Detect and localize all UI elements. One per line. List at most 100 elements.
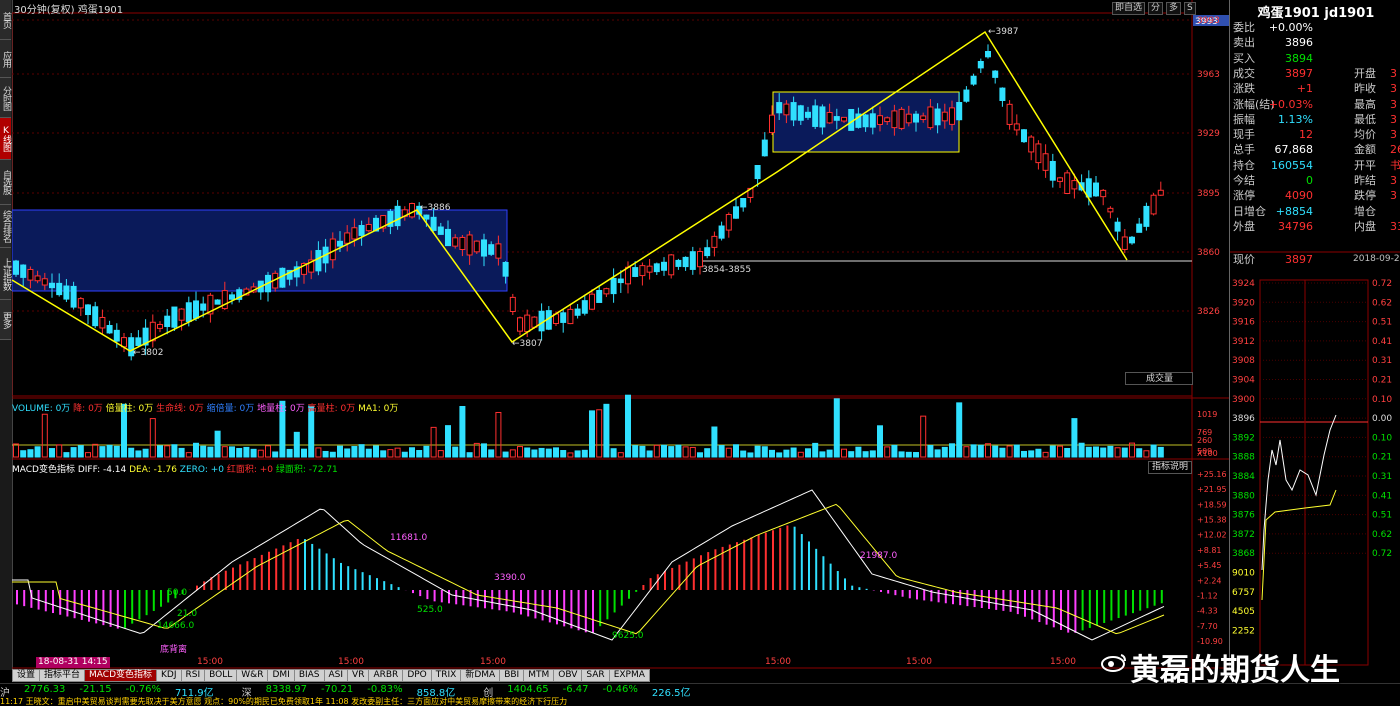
volume-bar xyxy=(1150,444,1157,458)
candle-body xyxy=(430,216,437,231)
volume-bar xyxy=(718,445,725,458)
indicator-tab-15[interactable]: BBI xyxy=(499,669,525,682)
indicator-tab-16[interactable]: MTM xyxy=(523,669,555,682)
volume-bar xyxy=(365,448,372,458)
indicator-tab-19[interactable]: EXPMA xyxy=(608,669,650,682)
price-axis-label: 3860 xyxy=(1197,248,1220,258)
indicator-tab-5[interactable]: BOLL xyxy=(204,669,238,682)
toolbar-btn-3[interactable]: S xyxy=(1184,2,1196,15)
candle-body xyxy=(610,277,617,295)
volume-bar xyxy=(553,447,559,458)
left-tab-2[interactable]: 分时图 xyxy=(0,78,11,118)
candle-body xyxy=(985,50,991,58)
left-tab-1[interactable]: 应用 xyxy=(0,40,11,78)
indicator-tab-7[interactable]: DMI xyxy=(267,669,295,682)
left-tab-4[interactable]: 自选股 xyxy=(0,160,11,205)
candle-body xyxy=(740,198,747,208)
volume-bar xyxy=(603,403,610,458)
indicator-tab-1[interactable]: 指标平台 xyxy=(39,669,86,682)
left-tab-0[interactable]: 首页 xyxy=(0,0,11,40)
intraday-mini-chart[interactable]: 3924 3920 3916 3912 3908 3904 3900 3896 3892 3888… xyxy=(1230,250,1400,670)
indicator-tab-10[interactable]: VR xyxy=(347,669,370,682)
candle-body xyxy=(517,317,523,332)
indicator-tab-6[interactable]: W&R xyxy=(236,669,269,682)
candle-body xyxy=(653,263,660,273)
candle-body xyxy=(509,296,516,312)
volume-bar xyxy=(135,450,142,458)
toolbar-btn-2[interactable]: 多 xyxy=(1166,2,1182,15)
toolbar-btn-0[interactable]: 即自选 xyxy=(1112,2,1146,15)
indicator-tab-4[interactable]: RSI xyxy=(180,669,206,682)
candle-body xyxy=(1085,178,1092,198)
candle-body xyxy=(646,265,653,273)
indicator-tab-3[interactable]: KDJ xyxy=(156,669,182,682)
mini-axis-right: 0.41 xyxy=(1372,337,1392,347)
index-item: -6.47 xyxy=(562,684,589,695)
index-item: -0.83% xyxy=(367,684,403,695)
mini-axis-left: 3920 xyxy=(1232,298,1255,308)
candle-body xyxy=(63,285,70,300)
quote-row: 买入 3894 xyxy=(1233,51,1400,66)
mini-axis-left: 3924 xyxy=(1232,279,1255,289)
macd-legend-item: 红面积: +0 xyxy=(226,465,276,475)
indicator-tab-9[interactable]: ASI xyxy=(323,669,349,682)
index-item: 深 xyxy=(241,688,252,699)
macd-axis-label: +21.95 xyxy=(1197,485,1227,494)
candle-body xyxy=(466,234,473,256)
quote-label: 最高 xyxy=(1354,97,1376,111)
candle-body xyxy=(329,238,336,261)
indicator-tab-13[interactable]: TRIX xyxy=(430,669,462,682)
volume-bar xyxy=(617,452,624,458)
candle-body xyxy=(20,264,27,278)
left-tab-7[interactable]: 更多 xyxy=(0,300,11,340)
indicator-explain-button[interactable]: 指标说明 xyxy=(1148,461,1193,474)
indicator-tab-18[interactable]: SAR xyxy=(581,669,610,682)
indicator-tab-17[interactable]: OBV xyxy=(553,669,583,682)
candle-body xyxy=(56,282,63,296)
indicator-tab-11[interactable]: ARBR xyxy=(368,669,404,682)
macd-axis-label: -4.33 xyxy=(1197,607,1218,616)
indicator-tab-2[interactable]: MACD变色指标 xyxy=(84,669,158,682)
indicator-tab-8[interactable]: BIAS xyxy=(293,669,325,682)
news-ticker[interactable]: 11:17 王晓文：重启中美贸易谈判需要先取决于美方意愿 观点：90%的期民已免… xyxy=(0,697,1400,706)
quote-value: 34796 xyxy=(1278,219,1313,233)
quote-row: 涨跌 +1 昨收 3 xyxy=(1233,81,1400,96)
volume-bar xyxy=(178,447,185,458)
candle-body xyxy=(1157,189,1164,196)
kline-chart-area[interactable]: ←3802←3807←3886←39873854-38553993 399339… xyxy=(12,0,1229,670)
left-tab-6[interactable]: 上证指数 xyxy=(0,248,11,300)
volume-bar xyxy=(812,442,819,458)
indicator-tab-14[interactable]: 新DMA xyxy=(460,669,501,682)
candle-body xyxy=(661,261,667,271)
toolbar-btn-1[interactable]: 分 xyxy=(1148,2,1164,15)
price-axis-label: 3826 xyxy=(1197,307,1220,317)
volume-bar xyxy=(797,451,804,458)
volume-bar xyxy=(747,452,754,458)
quote-label: 开盘 xyxy=(1354,66,1376,80)
left-tab-3[interactable]: K线图 xyxy=(0,118,11,160)
volume-bar xyxy=(502,451,509,458)
volume-indicator-select[interactable]: 成交量 xyxy=(1125,372,1193,385)
index-item: -70.21 xyxy=(321,684,354,695)
quote-label: 跌停 xyxy=(1354,189,1376,203)
candle-body xyxy=(848,108,855,131)
volume-bar xyxy=(200,445,207,458)
candle-body xyxy=(473,240,480,253)
volume-bar xyxy=(1107,445,1114,458)
indicator-tab-12[interactable]: DPO xyxy=(402,669,432,682)
chart-title: 30分钟(复权) 鸡蛋1901 xyxy=(14,5,124,16)
price-axis-label: 3929 xyxy=(1197,129,1220,139)
mini-axis-right: 0.10 xyxy=(1372,433,1392,443)
candle-body xyxy=(344,232,351,244)
indicator-tab-0[interactable]: 设置 xyxy=(12,669,41,682)
left-tab-5[interactable]: 综合排名 xyxy=(0,205,11,248)
volume-bar xyxy=(157,445,163,458)
volume-bar xyxy=(1057,445,1063,458)
price-axis-label: 3963 xyxy=(1197,70,1220,80)
volume-bar xyxy=(171,444,178,458)
mini-axis-left: 6757 xyxy=(1232,588,1255,598)
volume-bar xyxy=(992,445,999,458)
volume-bar xyxy=(1157,446,1164,458)
macd-legend-item: 绿面积: -72.71 xyxy=(275,465,338,475)
candle-body xyxy=(121,337,127,348)
